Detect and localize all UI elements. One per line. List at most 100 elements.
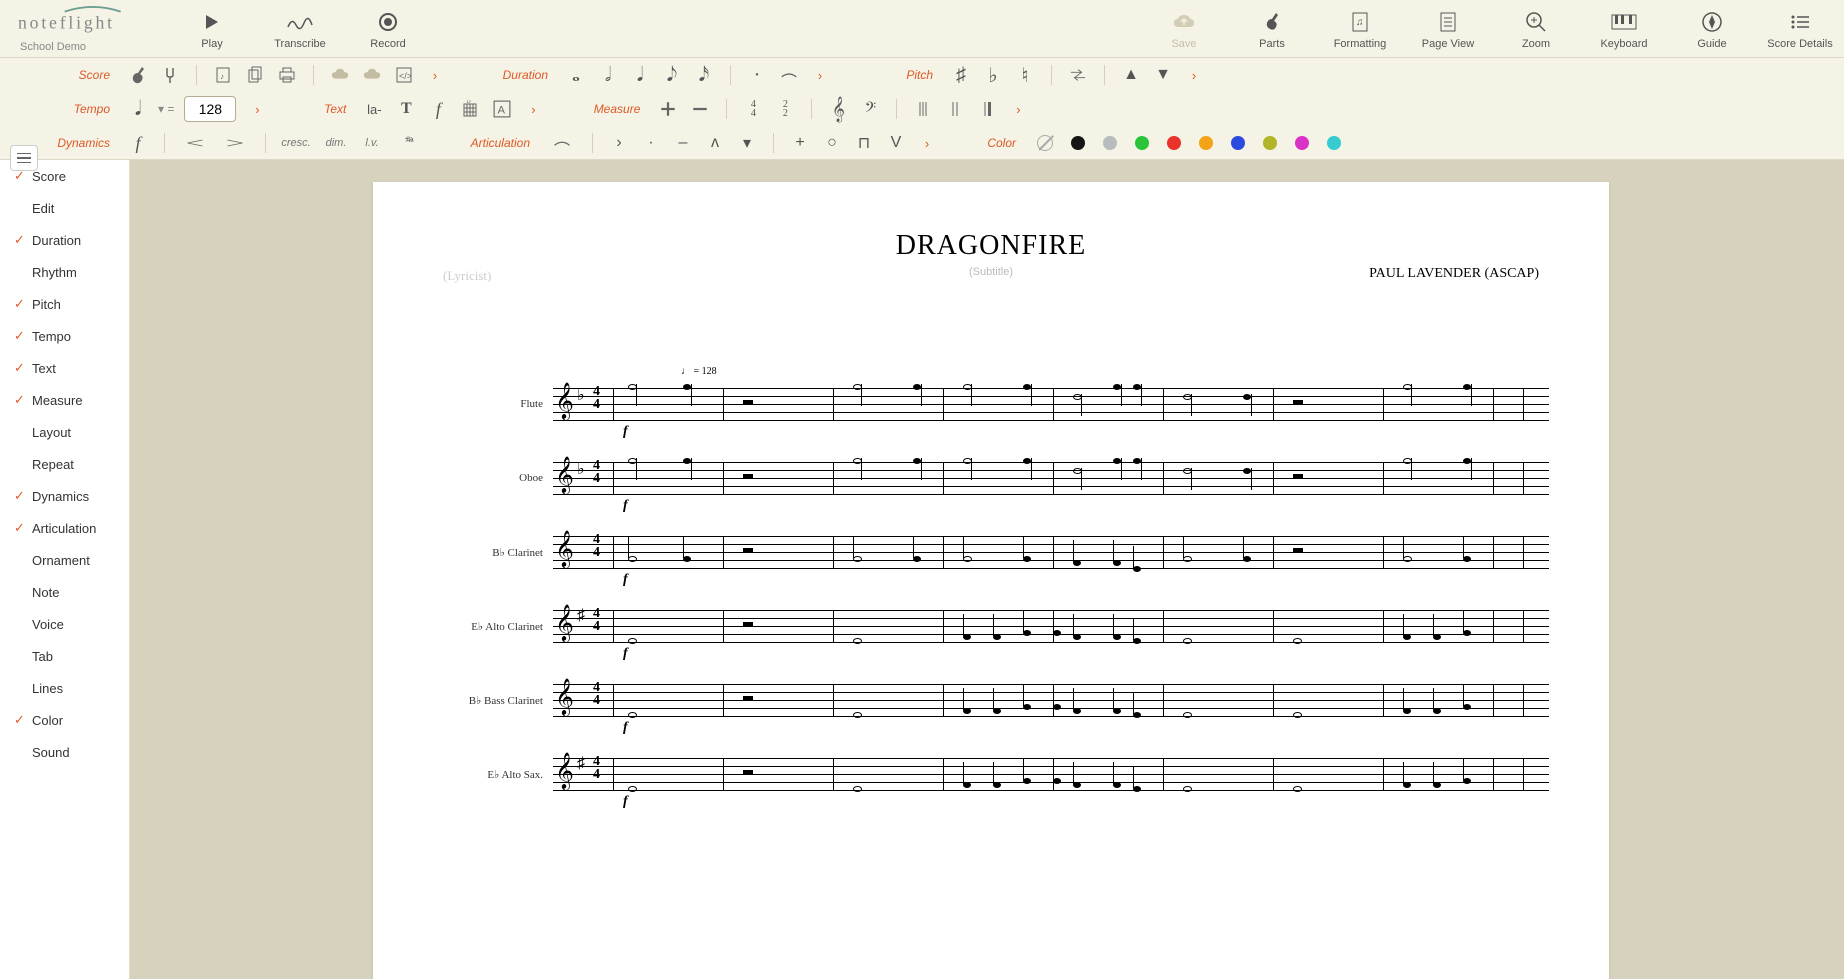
tempo-input[interactable] bbox=[184, 96, 236, 122]
downbow-button[interactable]: ⊓ bbox=[848, 129, 880, 157]
logo-block[interactable]: noteflight School Demo bbox=[0, 0, 168, 53]
sidebar-item-lines[interactable]: ✓Lines bbox=[0, 672, 129, 704]
guide-button[interactable]: Guide bbox=[1668, 0, 1756, 58]
staff-b--clarinet[interactable]: B♭ Clarinet𝄞44f bbox=[433, 536, 1549, 568]
barline-double-button[interactable] bbox=[939, 95, 971, 123]
palette-menu-button[interactable] bbox=[10, 145, 38, 171]
sidebar-item-edit[interactable]: ✓Edit bbox=[0, 192, 129, 224]
sidebar-item-color[interactable]: ✓Color bbox=[0, 704, 129, 736]
upbow-button[interactable]: V bbox=[880, 129, 912, 157]
sidebar-item-note[interactable]: ✓Note bbox=[0, 576, 129, 608]
sidebar-item-pitch[interactable]: ✓Pitch bbox=[0, 288, 129, 320]
score-canvas[interactable]: DRAGONFIRE (Subtitle) (Lyricist) PAUL LA… bbox=[130, 160, 1844, 979]
pitch-more-button[interactable]: › bbox=[1179, 68, 1209, 83]
cresc-text-button[interactable]: cresc. bbox=[276, 129, 316, 157]
sidebar-item-ornament[interactable]: ✓Ornament bbox=[0, 544, 129, 576]
decrescendo-button[interactable] bbox=[215, 129, 255, 157]
quarter-note-button[interactable]: 𝅘𝅥 bbox=[624, 61, 656, 89]
sidebar-item-dynamics[interactable]: ✓Dynamics bbox=[0, 480, 129, 512]
color-red[interactable] bbox=[1167, 136, 1181, 150]
color-blue[interactable] bbox=[1231, 136, 1245, 150]
staff-e--alto-clarinet[interactable]: E♭ Alto Clarinet𝄞♯44f bbox=[433, 610, 1549, 642]
save-button[interactable]: Save bbox=[1140, 0, 1228, 58]
zoom-button[interactable]: Zoom bbox=[1492, 0, 1580, 58]
sidebar-item-duration[interactable]: ✓Duration bbox=[0, 224, 129, 256]
transcribe-button[interactable]: Transcribe bbox=[256, 0, 344, 58]
bass-clef-button[interactable]: 𝄢 bbox=[854, 95, 886, 123]
sidebar-item-layout[interactable]: ✓Layout bbox=[0, 416, 129, 448]
tenuto-button[interactable]: – bbox=[667, 129, 699, 157]
score-details-button[interactable]: Score Details bbox=[1756, 0, 1844, 58]
lv-button[interactable]: l.v. bbox=[356, 129, 388, 157]
timesig-cut-button[interactable]: 22 bbox=[769, 95, 801, 123]
sharp-button[interactable]: ♯ bbox=[945, 61, 977, 89]
keyboard-button[interactable]: Keyboard bbox=[1580, 0, 1668, 58]
rehearsal-button[interactable]: A bbox=[486, 95, 518, 123]
copy-button[interactable] bbox=[239, 61, 271, 89]
sidebar-item-rhythm[interactable]: ✓Rhythm bbox=[0, 256, 129, 288]
articulation-more-button[interactable]: › bbox=[912, 136, 942, 151]
whole-note-button[interactable]: 𝅝 bbox=[560, 61, 592, 89]
page-title[interactable]: DRAGONFIRE bbox=[433, 230, 1549, 262]
crescendo-button[interactable] bbox=[175, 129, 215, 157]
staff-b--bass-clarinet[interactable]: B♭ Bass Clarinet𝄞44f bbox=[433, 684, 1549, 716]
page-composer[interactable]: PAUL LAVENDER (ASCAP) bbox=[1369, 266, 1539, 282]
staccatissimo-button[interactable]: ▾ bbox=[731, 129, 763, 157]
marcato-button[interactable]: ʌ bbox=[699, 129, 731, 157]
file-note-button[interactable]: ♪ bbox=[207, 61, 239, 89]
chord-button[interactable]: D bbox=[454, 95, 486, 123]
sidebar-item-voice[interactable]: ✓Voice bbox=[0, 608, 129, 640]
color-magenta[interactable] bbox=[1295, 136, 1309, 150]
pedal-button[interactable]: 𝆮 bbox=[388, 129, 428, 157]
cloud-down-button[interactable] bbox=[324, 61, 356, 89]
add-measure-button[interactable] bbox=[652, 95, 684, 123]
slur-button[interactable] bbox=[542, 129, 582, 157]
sidebar-item-text[interactable]: ✓Text bbox=[0, 352, 129, 384]
barline-single-button[interactable] bbox=[907, 95, 939, 123]
measure-more-button[interactable]: › bbox=[1003, 102, 1033, 117]
color-gray[interactable] bbox=[1103, 136, 1117, 150]
tie-button[interactable] bbox=[773, 61, 805, 89]
cloud-up-button[interactable] bbox=[356, 61, 388, 89]
tempo-more-button[interactable]: › bbox=[242, 102, 272, 117]
octave-up-button[interactable]: ▲ bbox=[1115, 61, 1147, 89]
duration-more-button[interactable]: › bbox=[805, 68, 835, 83]
record-button[interactable]: Record bbox=[344, 0, 432, 58]
barline-final-button[interactable] bbox=[971, 95, 1003, 123]
half-note-button[interactable]: 𝅗𝅥 bbox=[592, 61, 624, 89]
lyric-button[interactable]: la- bbox=[358, 95, 390, 123]
octave-down-button[interactable]: ▼ bbox=[1147, 61, 1179, 89]
staff-e--alto-sax-[interactable]: E♭ Alto Sax.𝄞♯44f bbox=[433, 758, 1549, 790]
treble-clef-button[interactable]: 𝄞 bbox=[822, 95, 854, 123]
color-black[interactable] bbox=[1071, 136, 1085, 150]
print-button[interactable] bbox=[271, 61, 303, 89]
color-green[interactable] bbox=[1135, 136, 1149, 150]
sidebar-item-measure[interactable]: ✓Measure bbox=[0, 384, 129, 416]
dynamic-f-button[interactable]: f bbox=[122, 129, 154, 157]
embed-button[interactable]: </> bbox=[388, 61, 420, 89]
page-lyricist[interactable]: (Lyricist) bbox=[443, 268, 491, 284]
dim-text-button[interactable]: dim. bbox=[316, 129, 356, 157]
sidebar-item-repeat[interactable]: ✓Repeat bbox=[0, 448, 129, 480]
staff-oboe[interactable]: Oboe𝄞♭44f bbox=[433, 462, 1549, 494]
color-none-button[interactable] bbox=[1037, 135, 1053, 151]
instruments-button[interactable] bbox=[122, 61, 154, 89]
text-more-button[interactable]: › bbox=[518, 102, 548, 117]
dot-button[interactable]: · bbox=[741, 61, 773, 89]
sidebar-item-sound[interactable]: ✓Sound bbox=[0, 736, 129, 768]
parts-button[interactable]: Parts bbox=[1228, 0, 1316, 58]
plus-artic-button[interactable]: + bbox=[784, 129, 816, 157]
dynamic-text-button[interactable]: f bbox=[422, 95, 454, 123]
flat-button[interactable]: ♭ bbox=[977, 61, 1009, 89]
eighth-note-button[interactable]: 𝅘𝅥𝅮 bbox=[656, 61, 688, 89]
score-more-button[interactable]: › bbox=[420, 68, 450, 83]
timesig-4-4-button[interactable]: 44 bbox=[737, 95, 769, 123]
open-button[interactable]: ○ bbox=[816, 129, 848, 157]
natural-button[interactable]: ♮ bbox=[1009, 61, 1041, 89]
remove-measure-button[interactable] bbox=[684, 95, 716, 123]
color-orange[interactable] bbox=[1199, 136, 1213, 150]
sidebar-item-tab[interactable]: ✓Tab bbox=[0, 640, 129, 672]
text-button[interactable]: T bbox=[390, 95, 422, 123]
staccato-button[interactable]: · bbox=[635, 129, 667, 157]
page-view-button[interactable]: Page View bbox=[1404, 0, 1492, 58]
